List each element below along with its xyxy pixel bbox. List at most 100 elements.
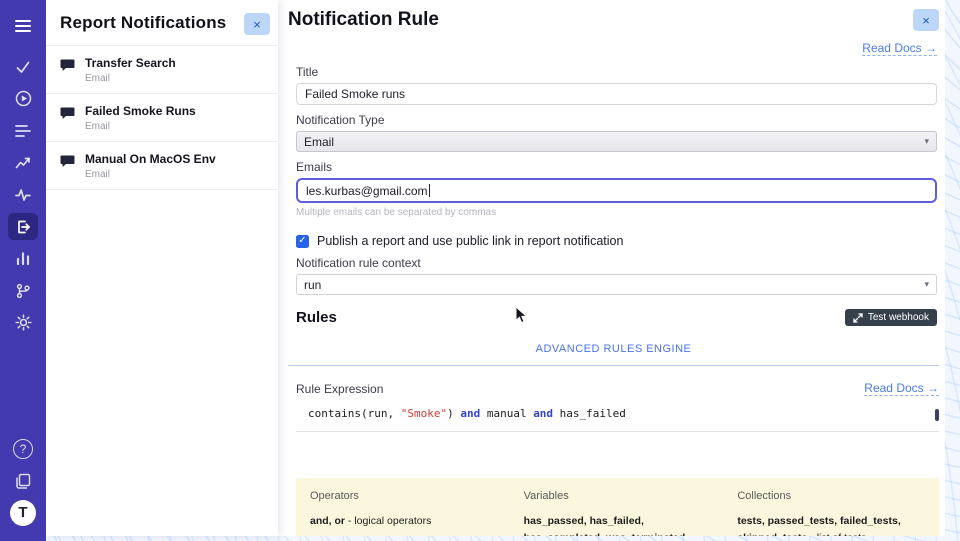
emails-label: Emails [296, 160, 937, 174]
rule-form: Title Notification Type Email ▾ Emails l… [288, 65, 939, 326]
test-webhook-button[interactable]: Test webhook [845, 309, 937, 326]
help-entries: has_passed, has_failed, has_completed, w… [524, 513, 712, 536]
help-column-collections: Collections tests, passed_tests, failed_… [737, 490, 925, 536]
code-line: contains(run, "Smoke") and manual and ha… [308, 407, 626, 420]
branch-icon[interactable] [8, 277, 38, 304]
notification-item-channel: Email [85, 73, 176, 84]
check-icon[interactable] [8, 53, 38, 80]
trend-icon[interactable] [8, 149, 38, 176]
help-icon[interactable]: ? [8, 435, 38, 462]
notification-item-channel: Email [85, 121, 196, 132]
rules-heading: Rules [296, 309, 337, 326]
title-field: Title [296, 65, 937, 105]
export-icon[interactable] [8, 213, 38, 240]
help-entries: and, or - logical operators <, >, == - c… [310, 513, 498, 536]
app-sidebar: ? T [0, 0, 46, 541]
chat-bubble-icon [60, 154, 75, 180]
notification-item-text: Manual On MacOS Env Email [85, 152, 216, 180]
main-header: Notification Rule × [288, 9, 939, 31]
code-token: "Smoke" [401, 407, 447, 420]
context-value: run [304, 278, 321, 292]
rule-expression-row: Rule Expression Read Docs → [288, 381, 939, 396]
help-entry: tests, passed_tests, failed_tests, skipp… [737, 513, 925, 536]
notifications-header: Report Notifications × [46, 0, 278, 46]
read-docs-link-rules[interactable]: Read Docs → [864, 381, 939, 396]
rule-expression-label: Rule Expression [296, 382, 383, 396]
code-token: has_failed [553, 407, 626, 420]
publish-checkbox[interactable]: ✓ [296, 235, 309, 248]
page-title: Notification Rule [288, 9, 439, 31]
notification-type-select[interactable]: Email ▾ [296, 131, 937, 152]
help-desc: - comparison operators [346, 535, 457, 536]
chat-bubble-icon [60, 106, 75, 132]
notification-item-channel: Email [85, 169, 216, 180]
emails-hint: Multiple emails can be separated by comm… [296, 207, 937, 218]
title-input[interactable] [296, 83, 937, 105]
help-entry: <, >, == - comparison operators [310, 533, 498, 536]
chevron-down-icon: ▾ [924, 136, 929, 147]
code-token: manual [480, 407, 533, 420]
text-caret [429, 184, 430, 197]
docs-row-top: Read Docs → [290, 39, 937, 57]
list-icon[interactable] [8, 117, 38, 144]
notification-item[interactable]: Failed Smoke Runs Email [46, 94, 278, 142]
read-docs-link-top[interactable]: Read Docs → [862, 41, 937, 56]
notification-item[interactable]: Manual On MacOS Env Email [46, 142, 278, 190]
notification-item-title: Manual On MacOS Env [85, 152, 216, 166]
rules-row: Rules Test webhook [296, 309, 937, 326]
code-token: and [533, 407, 553, 420]
tab-advanced-rules-engine[interactable]: ADVANCED RULES ENGINE [536, 343, 692, 355]
help-entry: and, or - logical operators [310, 513, 498, 530]
code-token: contains(run, [308, 407, 401, 420]
rule-close-button[interactable]: × [913, 9, 939, 31]
chevron-down-icon: ▾ [924, 279, 929, 290]
report-notifications-panel: Report Notifications × Transfer Search E… [46, 0, 278, 536]
expand-arrows-icon [853, 313, 863, 323]
code-token: ) [447, 407, 460, 420]
emails-input[interactable]: les.kurbas@gmail.com [296, 178, 937, 203]
notifications-close-button[interactable]: × [244, 13, 270, 35]
pulse-icon[interactable] [8, 181, 38, 208]
help-heading: Variables [524, 490, 712, 502]
editor-scrollbar-thumb[interactable] [935, 409, 939, 421]
logo-letter: T [10, 500, 36, 526]
notification-item[interactable]: Transfer Search Email [46, 46, 278, 94]
gear-icon[interactable] [8, 309, 38, 336]
help-entries: tests, passed_tests, failed_tests, skipp… [737, 513, 925, 536]
publish-row: ✓ Publish a report and use public link i… [296, 234, 937, 248]
help-heading: Collections [737, 490, 925, 502]
docs-icon[interactable] [8, 467, 38, 494]
notification-type-value: Email [304, 135, 334, 149]
context-label: Notification rule context [296, 256, 937, 270]
notification-item-text: Failed Smoke Runs Email [85, 104, 196, 132]
rule-expression-editor[interactable]: contains(run, "Smoke") and manual and ha… [296, 403, 939, 432]
notification-type-label: Notification Type [296, 113, 937, 127]
notification-type-field: Notification Type Email ▾ [296, 113, 937, 152]
help-entry: has_passed, has_failed, has_completed, w… [524, 513, 712, 536]
bar-chart-icon[interactable] [8, 245, 38, 272]
test-webhook-label: Test webhook [868, 312, 929, 323]
rules-engine-tabbar: ADVANCED RULES ENGINE [288, 339, 939, 366]
expression-help-panel: Operators and, or - logical operators <,… [296, 478, 939, 536]
code-token: and [460, 407, 480, 420]
notification-rule-panel: Notification Rule × Read Docs → Title No… [278, 0, 945, 536]
help-term: and, or [310, 515, 345, 527]
context-field: Notification rule context run ▾ [296, 256, 937, 295]
publish-label: Publish a report and use public link in … [317, 234, 623, 248]
notifications-list: Transfer Search Email Failed Smoke Runs … [46, 46, 278, 190]
play-icon[interactable] [8, 85, 38, 112]
notification-item-text: Transfer Search Email [85, 56, 176, 84]
emails-value: les.kurbas@gmail.com [306, 184, 428, 198]
notification-item-title: Transfer Search [85, 56, 176, 70]
app-logo[interactable]: T [8, 499, 38, 526]
context-select[interactable]: run ▾ [296, 274, 937, 295]
help-heading: Operators [310, 490, 498, 502]
notifications-title: Report Notifications [60, 13, 226, 33]
notification-item-title: Failed Smoke Runs [85, 104, 196, 118]
help-desc: - logical operators [345, 515, 431, 527]
title-label: Title [296, 65, 937, 79]
emails-field: Emails les.kurbas@gmail.com Multiple ema… [296, 160, 937, 218]
help-desc: - list of tests [807, 532, 866, 536]
menu-icon[interactable] [8, 12, 38, 39]
chat-bubble-icon [60, 58, 75, 84]
